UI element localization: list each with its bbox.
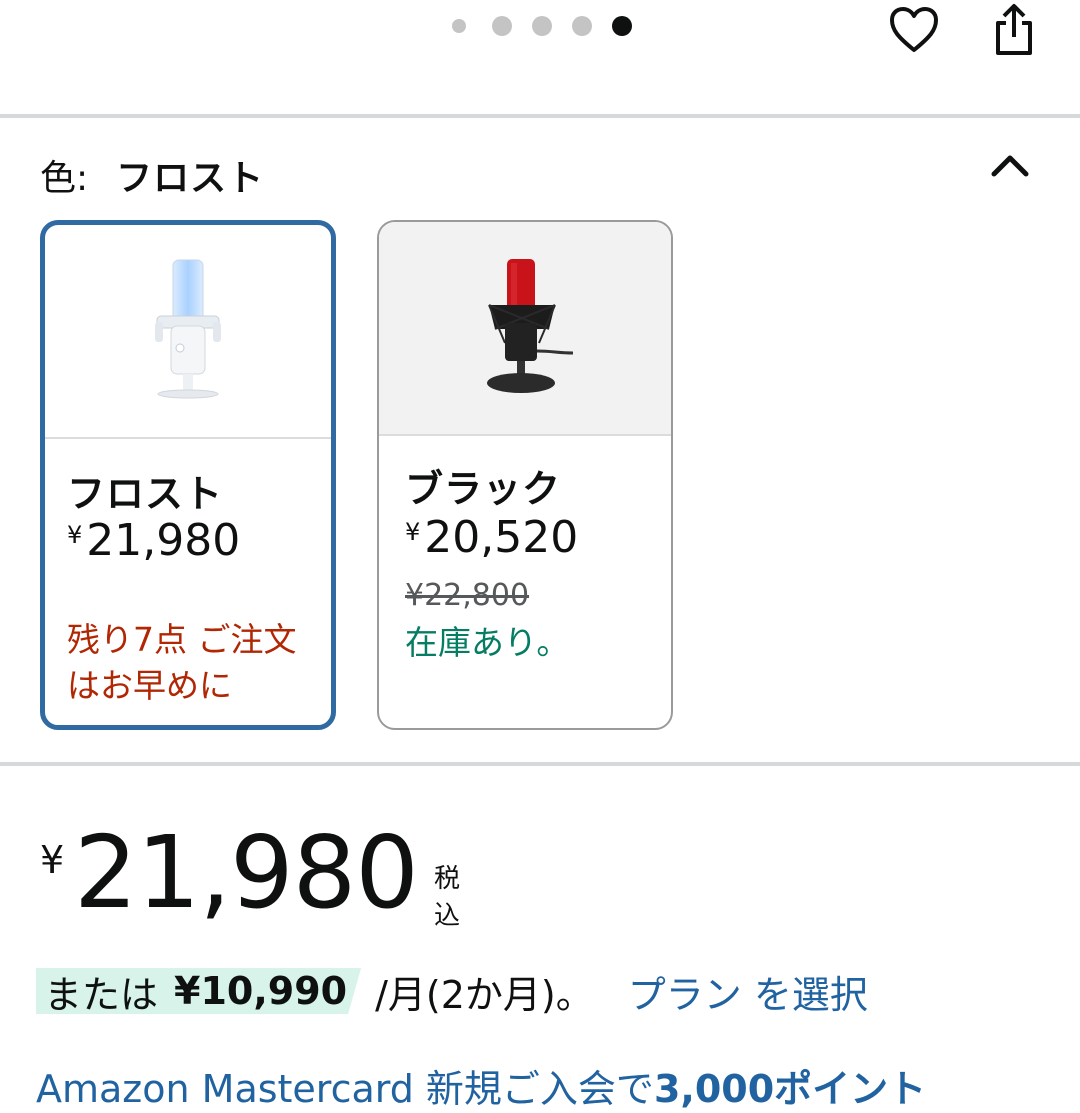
section-divider xyxy=(0,762,1080,766)
heart-icon xyxy=(890,7,938,52)
carousel-dot[interactable] xyxy=(452,19,466,33)
microphone-frost-image xyxy=(155,259,221,399)
option-name: ブラック xyxy=(405,467,562,511)
low-stock-message: 残り7点 ご注文はお早めに xyxy=(67,620,297,705)
microphone-black-image xyxy=(487,259,574,393)
option-price: ¥20,520 xyxy=(405,512,579,563)
color-option-frost[interactable]: フロスト ¥21,980 残り7点 ご注文はお早めに xyxy=(40,220,336,730)
carousel-dot[interactable] xyxy=(572,16,592,36)
color-label: 色: xyxy=(40,158,89,199)
carousel-dot[interactable] xyxy=(492,16,512,36)
mastercard-promo-link[interactable]: Amazon Mastercard 新規ご入会で3,000ポイント xyxy=(36,1058,926,1113)
share-icon xyxy=(996,4,1032,55)
product-image-frost xyxy=(45,225,331,439)
color-option-black[interactable]: ブラック ¥20,520 ¥22,800 在庫あり。 xyxy=(377,220,673,730)
promo-points: 3,000ポイント xyxy=(653,1067,927,1111)
currency-symbol: ¥ xyxy=(40,838,65,882)
in-stock-message: 在庫あり。 xyxy=(405,623,570,662)
image-carousel-indicator[interactable] xyxy=(452,16,632,36)
favorite-button[interactable] xyxy=(884,0,944,60)
section-divider xyxy=(0,114,1080,118)
price-amount: 21,980 xyxy=(74,814,419,931)
share-button[interactable] xyxy=(984,0,1044,60)
product-image-black xyxy=(379,222,671,436)
list-price-strikethrough: ¥22,800 xyxy=(405,578,530,613)
top-bar xyxy=(0,0,1080,115)
installment-prefix: または xyxy=(44,972,159,1017)
carousel-dot[interactable] xyxy=(532,16,552,36)
tax-included-label: 税込 xyxy=(434,864,461,931)
carousel-dot-active[interactable] xyxy=(612,16,632,36)
selected-color-value: フロスト xyxy=(116,158,265,199)
installment-row: または ¥10,990 /月(2か月)。 プラン を選択 xyxy=(36,964,868,1019)
installment-amount: ¥10,990 xyxy=(174,969,348,1013)
chevron-up-icon[interactable] xyxy=(988,146,1032,186)
option-name: フロスト xyxy=(67,472,224,516)
option-price: ¥21,980 xyxy=(67,515,241,566)
color-selector-header: 色: フロスト xyxy=(40,150,264,200)
select-plan-link[interactable]: プラン を選択 xyxy=(628,964,868,1019)
promo-text: Amazon Mastercard 新規ご入会で xyxy=(36,1067,654,1111)
installment-highlight: または ¥10,990 xyxy=(36,968,362,1014)
installment-period: /月(2か月)。 xyxy=(375,972,594,1017)
